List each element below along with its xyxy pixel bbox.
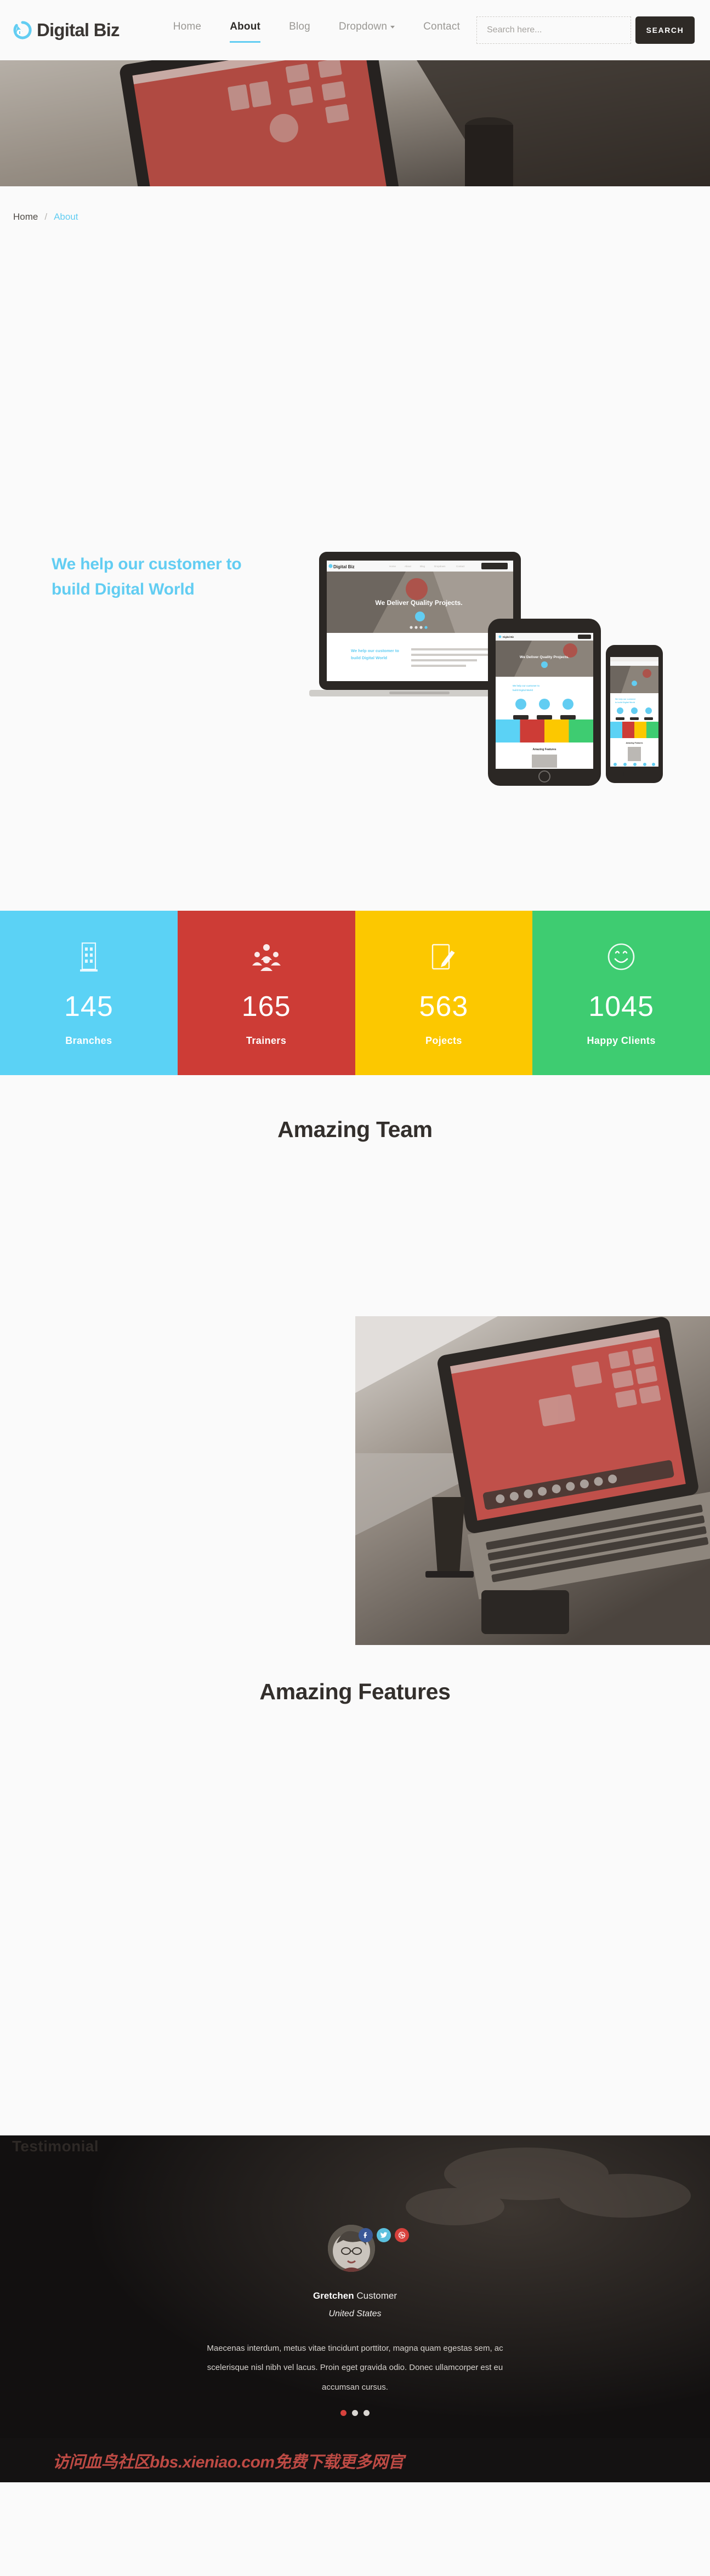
svg-text:Digital Biz: Digital Biz [333,564,355,569]
team-section: Amazing Team [0,1075,710,1667]
svg-text:We help our customer to: We help our customer to [513,684,539,687]
counter-label: Happy Clients [587,1035,656,1046]
nav-item-about[interactable]: About [215,15,275,45]
watermark-text: 访问血鸟社区bbs.xieniao.com免费下载更多网官 [53,2453,404,2471]
users-group-icon [251,940,282,974]
brand-logo[interactable]: Digital Biz [13,20,120,41]
testimonial-socials [358,2228,409,2242]
svg-text:We help our customer: We help our customer [615,698,636,700]
dribbble-icon[interactable] [394,2228,409,2242]
svg-text:Blog: Blog [420,565,425,568]
nav-label: Dropdown [338,21,388,32]
nav-label: Blog [289,21,310,32]
svg-text:Digital Biz: Digital Biz [503,636,514,638]
svg-text:We Deliver Quality Projects.: We Deliver Quality Projects. [375,599,462,607]
counter-value: 1045 [588,990,654,1023]
hero-title: We help our customer to build Digital Wo… [52,552,304,602]
smiley-face-icon [606,940,636,974]
search-form: SEARCH [476,16,695,44]
svg-text:to build Digital World: to build Digital World [615,701,635,704]
svg-text:We help our customer to: We help our customer to [351,648,399,653]
building-icon [78,940,100,974]
nav-label: Home [173,21,202,32]
svg-text:build Digital World: build Digital World [351,655,388,660]
counter-value: 165 [241,990,291,1023]
breadcrumb-separator: / [44,212,48,222]
stats-counters: 145 Branches 165 Trainers 563 Pojects 10… [0,911,710,1075]
watermark-bar: 访问血鸟社区bbs.xieniao.com免费下载更多网官 [0,2438,710,2482]
facebook-icon[interactable] [358,2228,373,2242]
edit-pencil-icon [430,940,457,974]
testimonial-carousel-dots [0,2409,710,2416]
carousel-dot[interactable] [363,2409,370,2416]
testimonial-country: United States [328,2309,382,2318]
site-header: Digital Biz Home About Blog Dropdown Con… [0,0,710,60]
search-button[interactable]: SEARCH [635,16,695,44]
svg-text:About: About [405,565,412,568]
svg-text:Contact: Contact [456,565,465,568]
chevron-down-icon [390,26,395,28]
svg-text:Home: Home [389,565,396,568]
testimonial-avatar-row [26,2225,710,2272]
counter-label: Branches [65,1035,112,1046]
hero-title-line2: build Digital World [52,580,195,598]
counter-value: 563 [419,990,469,1023]
nav-item-blog[interactable]: Blog [275,15,325,45]
nav-item-contact[interactable]: Contact [409,15,474,45]
testimonial-card: Gretchen Customer United States Maecenas… [0,2135,710,2416]
testimonial-section: Testimonial Gretchen Customer United Sta… [0,2135,710,2482]
refresh-circle-icon [13,21,32,39]
breadcrumb: Home / About [0,186,710,248]
counter-branches: 145 Branches [0,911,178,1075]
page-banner-image [0,60,710,186]
svg-text:Amazing Features: Amazing Features [532,748,556,751]
testimonial-quote: Maecenas interdum, metus vitae tincidunt… [207,2344,503,2392]
svg-text:We Deliver Quality Projects.: We Deliver Quality Projects. [520,655,569,659]
brand-name: Digital Biz [37,20,120,40]
about-hero: We help our customer to build Digital Wo… [0,248,710,911]
team-section-title: Amazing Team [277,1117,433,1142]
testimonial-name-role: Gretchen Customer [0,2291,710,2301]
svg-text:build Digital World: build Digital World [513,689,533,692]
testimonial-name: Gretchen [313,2291,354,2301]
carousel-dot[interactable] [340,2409,347,2416]
nav-label: About [230,21,261,32]
features-section-title: Amazing Features [259,1679,451,1704]
svg-text:Amazing Features: Amazing Features [626,742,643,744]
breadcrumb-current: About [54,212,78,222]
counter-happy-clients: 1045 Happy Clients [532,911,710,1075]
features-section: Amazing Features [0,1667,710,2135]
svg-text:Dropdown: Dropdown [434,565,446,568]
carousel-dot[interactable] [352,2409,358,2416]
counter-projects: 563 Pojects [355,911,533,1075]
nav-item-home[interactable]: Home [159,15,215,45]
main-nav: Home About Blog Dropdown Contact [159,15,474,45]
responsive-devices-mockup: Digital Biz Home About Blog Dropdown Contac… [307,546,669,787]
twitter-icon[interactable] [376,2228,391,2242]
breadcrumb-home[interactable]: Home [13,212,38,222]
hero-title-line1: We help our customer to [52,555,242,573]
counter-value: 145 [64,990,113,1023]
testimonial-role: Customer [356,2291,397,2301]
search-input[interactable] [476,16,631,44]
nav-label: Contact [423,21,461,32]
counter-trainers: 165 Trainers [177,911,355,1075]
counter-label: Trainers [246,1035,287,1046]
about-page: Digital Biz Home About Blog Dropdown Con… [0,0,710,2482]
team-photo [355,1316,710,1645]
counter-label: Pojects [425,1035,462,1046]
nav-item-dropdown[interactable]: Dropdown [325,15,409,45]
